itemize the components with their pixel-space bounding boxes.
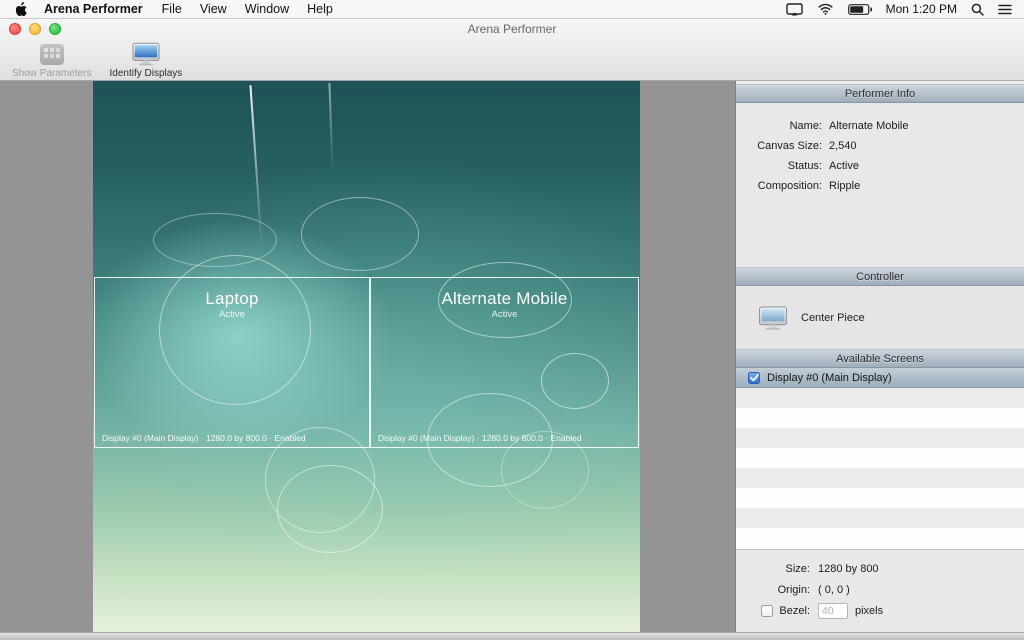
identify-displays-button[interactable]: Identify Displays <box>103 39 188 81</box>
menubar-clock[interactable]: Mon 1:20 PM <box>886 2 957 16</box>
display-name: Alternate Mobile <box>371 289 638 309</box>
main-content: Laptop Active Display #0 (Main Display) … <box>0 81 1024 632</box>
info-row-status: Status: Active <box>736 156 1024 176</box>
canvas-area: Laptop Active Display #0 (Main Display) … <box>0 81 735 632</box>
controller-header: Controller <box>736 267 1024 286</box>
info-row-canvas-size: Canvas Size: 2,540 <box>736 136 1024 156</box>
menubar: Arena Performer File View Window Help Mo… <box>0 0 1024 19</box>
empty-list-row <box>736 428 1024 448</box>
empty-list-row <box>736 468 1024 488</box>
show-parameters-icon <box>40 41 64 67</box>
notification-list-icon[interactable] <box>998 4 1012 15</box>
controller-display-icon <box>758 306 788 330</box>
screen-settings-footer: Size: 1280 by 800 Origin: ( 0, 0 ) Bezel… <box>736 549 1024 632</box>
origin-value: ( 0, 0 ) <box>818 584 850 596</box>
bezel-checkbox[interactable] <box>761 605 773 617</box>
size-value: 1280 by 800 <box>818 563 879 575</box>
screen-row-label: Display #0 (Main Display) <box>767 372 892 384</box>
identify-displays-label: Identify Displays <box>109 68 182 79</box>
info-label: Name: <box>736 120 822 132</box>
screen-checkbox-checked[interactable] <box>748 372 760 384</box>
size-row: Size: 1280 by 800 <box>736 558 1024 579</box>
screen-row-display-0[interactable]: Display #0 (Main Display) <box>736 368 1024 388</box>
menubar-app-name[interactable]: Arena Performer <box>34 2 153 16</box>
info-row-name: Name: Alternate Mobile <box>736 116 1024 136</box>
empty-list-row <box>736 408 1024 428</box>
airplay-display-icon[interactable] <box>786 3 803 16</box>
inspector-sidebar: Performer Info Name: Alternate Mobile Ca… <box>735 81 1024 632</box>
info-value: Alternate Mobile <box>829 120 909 132</box>
display-info: Display #0 (Main Display) · 1280.0 by 80… <box>378 433 582 443</box>
search-icon[interactable] <box>971 3 984 16</box>
ripple-circle <box>301 197 419 271</box>
toolbar: Show Parameters <box>6 39 188 81</box>
menu-window[interactable]: Window <box>236 0 298 18</box>
bezel-label: Bezel: <box>779 605 810 617</box>
display-info: Display #0 (Main Display) · 1280.0 by 80… <box>102 433 306 443</box>
menu-help[interactable]: Help <box>298 0 342 18</box>
info-label: Status: <box>736 160 822 172</box>
show-parameters-button[interactable]: Show Parameters <box>6 39 97 81</box>
menu-view[interactable]: View <box>191 0 236 18</box>
controller-block[interactable]: Center Piece <box>736 286 1024 349</box>
display-status: Active <box>95 309 369 320</box>
origin-label: Origin: <box>736 584 810 596</box>
apple-logo-icon <box>16 2 28 16</box>
performer-info-block: Name: Alternate Mobile Canvas Size: 2,54… <box>736 103 1024 267</box>
ripple-circle <box>277 465 383 553</box>
info-row-composition: Composition: Ripple <box>736 176 1024 196</box>
origin-row: Origin: ( 0, 0 ) <box>736 579 1024 600</box>
controller-item-label: Center Piece <box>801 312 865 324</box>
info-value: 2,540 <box>829 140 857 152</box>
bezel-row: Bezel: pixels <box>736 600 1024 621</box>
battery-icon[interactable] <box>848 4 872 15</box>
available-screens-header: Available Screens <box>736 349 1024 368</box>
display-name: Laptop <box>95 289 369 309</box>
display-status: Active <box>371 309 638 320</box>
empty-list-row <box>736 508 1024 528</box>
empty-list-row <box>736 528 1024 548</box>
wifi-icon[interactable] <box>817 3 834 15</box>
identify-displays-icon <box>132 41 160 67</box>
size-label: Size: <box>736 563 810 575</box>
apple-menu[interactable] <box>8 2 34 16</box>
window-header: Arena Performer Show Parameters <box>0 19 1024 81</box>
window-bottom-edge <box>0 632 1024 640</box>
window-title: Arena Performer <box>0 22 1024 36</box>
info-value: Active <box>829 160 859 172</box>
empty-list-row <box>736 448 1024 468</box>
light-streak <box>328 83 333 173</box>
bezel-input[interactable] <box>818 603 848 619</box>
empty-list-row <box>736 388 1024 408</box>
info-label: Composition: <box>736 180 822 192</box>
display-region-alternate-mobile[interactable]: Alternate Mobile Active Display #0 (Main… <box>370 277 639 448</box>
info-label: Canvas Size: <box>736 140 822 152</box>
empty-list-row <box>736 488 1024 508</box>
show-parameters-label: Show Parameters <box>12 68 91 79</box>
performer-info-header: Performer Info <box>736 84 1024 103</box>
bezel-unit-label: pixels <box>855 605 883 617</box>
check-icon <box>750 374 759 382</box>
menu-file[interactable]: File <box>153 0 191 18</box>
composition-stage[interactable]: Laptop Active Display #0 (Main Display) … <box>93 81 640 632</box>
info-value: Ripple <box>829 180 860 192</box>
display-region-laptop[interactable]: Laptop Active Display #0 (Main Display) … <box>94 277 370 448</box>
available-screens-list: Display #0 (Main Display) <box>736 368 1024 549</box>
